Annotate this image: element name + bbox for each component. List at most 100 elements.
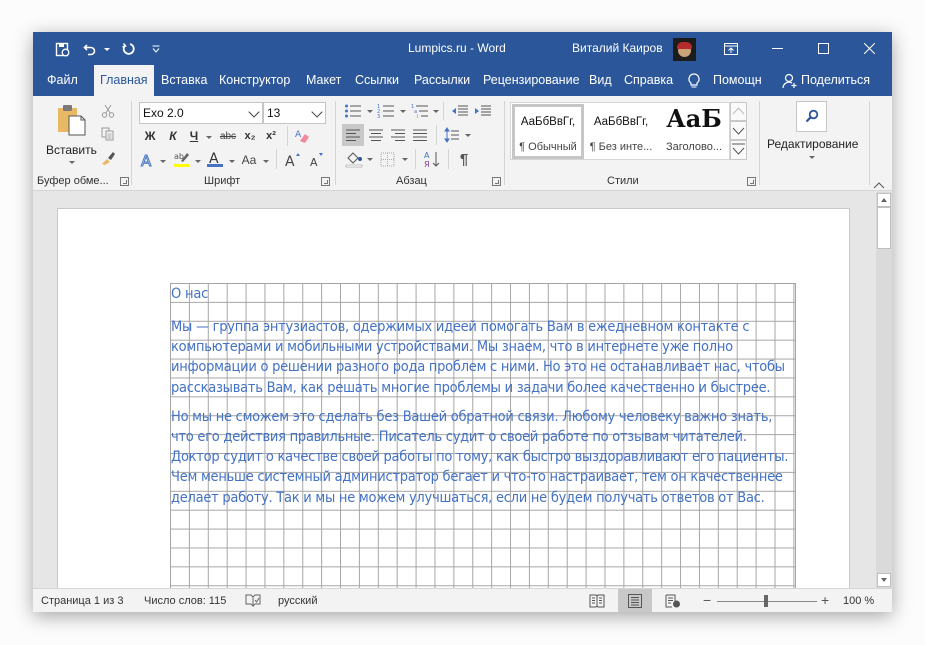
editing-button[interactable]: Редактирование xyxy=(763,99,859,167)
justify-button[interactable] xyxy=(409,124,431,146)
sort-button[interactable]: AЯ xyxy=(421,148,443,170)
scroll-up-button[interactable] xyxy=(877,193,891,207)
shading-button[interactable] xyxy=(343,148,365,170)
ribbon-display-options-button[interactable] xyxy=(708,32,754,65)
scroll-down-button[interactable] xyxy=(877,573,891,587)
chevron-down-icon[interactable] xyxy=(402,158,408,161)
strikethrough-button[interactable]: abc xyxy=(217,127,239,145)
style-no-spacing[interactable]: АаБбВвГг, ¶ Без инте... xyxy=(585,104,657,159)
change-case-button[interactable]: Aa xyxy=(238,151,260,169)
increase-indent-button[interactable] xyxy=(473,102,493,120)
tab-help[interactable]: Справка xyxy=(624,65,673,96)
align-center-button[interactable] xyxy=(365,124,387,146)
underline-dropdown-icon[interactable] xyxy=(206,136,212,139)
italic-button[interactable]: К xyxy=(164,127,182,145)
zoom-slider-thumb[interactable] xyxy=(764,595,768,607)
subscript-button[interactable]: x₂ xyxy=(241,127,259,145)
styles-launcher-button[interactable] xyxy=(747,177,756,186)
clear-formatting-button[interactable]: A xyxy=(293,127,311,145)
document-body[interactable]: О нас Мы — группа энтузиастов, одержимых… xyxy=(171,285,796,517)
minimize-button[interactable] xyxy=(754,32,800,65)
multilevel-list-button[interactable]: 1ai xyxy=(410,102,430,120)
print-layout-button[interactable] xyxy=(618,589,652,612)
underline-button[interactable]: Ч xyxy=(185,127,203,145)
group-separator xyxy=(869,101,870,185)
align-left-button[interactable] xyxy=(342,124,364,146)
maximize-button[interactable] xyxy=(800,32,846,65)
style-heading-1[interactable]: АаБ Заголово... xyxy=(658,104,730,159)
tab-view[interactable]: Вид xyxy=(589,65,612,96)
undo-button[interactable] xyxy=(79,39,101,59)
bold-button[interactable]: Ж xyxy=(141,127,159,145)
show-formatting-marks-button[interactable]: ¶ xyxy=(453,148,475,170)
zoom-level[interactable]: 100 % xyxy=(843,595,874,607)
scrollbar-track[interactable] xyxy=(876,192,892,588)
word-count[interactable]: Число слов: 115 xyxy=(144,595,226,607)
styles-scroll-down-button[interactable] xyxy=(730,121,747,140)
format-painter-button[interactable] xyxy=(99,148,117,166)
share-button[interactable]: Поделиться xyxy=(801,65,870,96)
tab-mailings[interactable]: Рассылки xyxy=(414,65,470,96)
paste-button[interactable]: Вставить xyxy=(43,101,101,167)
close-button[interactable] xyxy=(846,32,892,65)
language-indicator[interactable]: русский xyxy=(278,595,317,607)
redo-button[interactable] xyxy=(117,39,139,59)
decrease-indent-button[interactable] xyxy=(450,102,470,120)
document-page[interactable]: О нас Мы — группа энтузиастов, одержимых… xyxy=(57,208,850,588)
vertical-scrollbar[interactable] xyxy=(876,192,892,588)
clipboard-launcher-button[interactable] xyxy=(120,177,129,186)
page-indicator[interactable]: Страница 1 из 3 xyxy=(41,595,123,607)
shrink-font-icon: A xyxy=(310,153,323,169)
chevron-down-icon[interactable] xyxy=(160,160,166,163)
chevron-down-icon[interactable] xyxy=(367,110,373,113)
tab-layout[interactable]: Макет xyxy=(306,65,341,96)
scrollbar-thumb[interactable] xyxy=(877,207,891,249)
collapse-ribbon-button[interactable] xyxy=(873,176,885,189)
tab-references[interactable]: Ссылки xyxy=(355,65,399,96)
numbering-button[interactable]: 123 xyxy=(376,102,396,120)
align-right-button[interactable] xyxy=(387,124,409,146)
chevron-down-icon[interactable] xyxy=(263,160,269,163)
zoom-in-button[interactable]: + xyxy=(821,592,829,608)
tab-file[interactable]: Файл xyxy=(47,65,78,96)
chevron-down-icon[interactable] xyxy=(433,110,439,113)
font-name-combobox[interactable]: Exo 2.0 xyxy=(139,102,263,124)
editing-label: Редактирование xyxy=(767,137,859,151)
proofing-button[interactable] xyxy=(245,593,261,610)
tab-tell-me[interactable]: Помощн xyxy=(713,65,762,96)
font-launcher-button[interactable] xyxy=(321,177,330,186)
bullets-button[interactable] xyxy=(343,102,363,120)
shrink-font-button[interactable]: A xyxy=(307,150,327,170)
web-layout-button[interactable] xyxy=(656,589,690,612)
read-mode-button[interactable] xyxy=(580,589,614,612)
customize-qat-button[interactable] xyxy=(145,39,167,59)
undo-dropdown[interactable] xyxy=(101,39,113,59)
paragraph-launcher-button[interactable] xyxy=(492,177,501,186)
superscript-button[interactable]: x² xyxy=(262,127,280,145)
tab-design[interactable]: Конструктор xyxy=(219,65,290,96)
chevron-down-icon[interactable] xyxy=(367,158,373,161)
copy-button[interactable] xyxy=(99,125,117,143)
text-effects-button[interactable]: A xyxy=(139,151,157,169)
font-color-button[interactable]: A xyxy=(205,149,225,169)
highlight-color-button[interactable]: ab xyxy=(172,149,192,169)
chevron-down-icon[interactable] xyxy=(465,134,471,137)
line-spacing-button[interactable] xyxy=(441,124,463,146)
tab-insert[interactable]: Вставка xyxy=(161,65,207,96)
save-button[interactable] xyxy=(51,39,73,59)
cut-button[interactable] xyxy=(99,102,117,120)
zoom-out-button[interactable]: − xyxy=(703,592,711,608)
chevron-down-icon[interactable] xyxy=(195,160,201,163)
borders-button[interactable] xyxy=(376,148,398,170)
grow-font-button[interactable]: A xyxy=(283,150,303,170)
tab-review[interactable]: Рецензирование xyxy=(483,65,580,96)
style-normal[interactable]: АаБбВвГг, ¶ Обычный xyxy=(512,104,584,159)
tab-home[interactable]: Главная xyxy=(94,65,154,96)
font-size-combobox[interactable]: 13 xyxy=(263,102,326,124)
styles-more-button[interactable] xyxy=(730,140,747,160)
styles-scroll-up-button[interactable] xyxy=(730,102,747,121)
user-name[interactable]: Виталий Каиров xyxy=(572,41,663,55)
chevron-down-icon[interactable] xyxy=(400,110,406,113)
chevron-down-icon[interactable] xyxy=(229,160,235,163)
avatar[interactable] xyxy=(673,38,696,61)
